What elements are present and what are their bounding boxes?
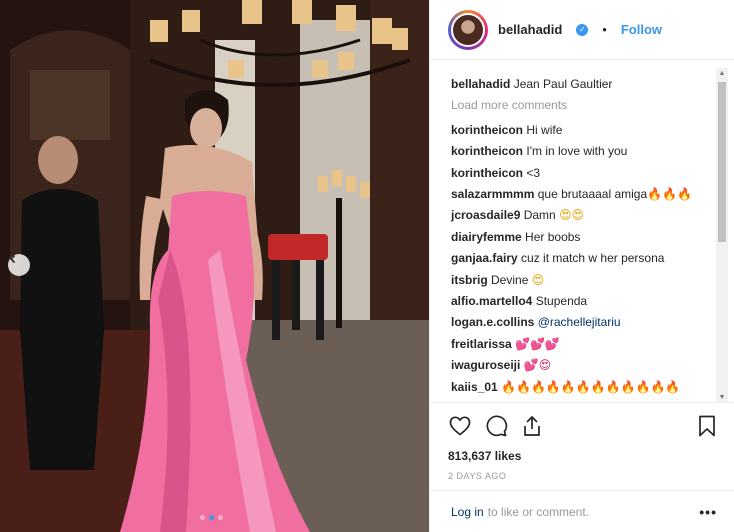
load-more-comments-button[interactable]: Load more comments — [451, 95, 711, 116]
comment-row: freitlarissa 💕💕💕 — [451, 334, 711, 355]
header-username[interactable]: bellahadid — [498, 22, 562, 37]
comment-username[interactable]: diairyfemme — [451, 230, 522, 244]
comment-row: korintheicon Hi wife — [451, 120, 711, 141]
comment-row: diairyfemme Her boobs — [451, 227, 711, 248]
comment-row: korintheicon <3 — [451, 163, 711, 184]
avatar[interactable] — [451, 12, 485, 47]
comment-row: jcroasdaile9 Damn 😍😍 — [451, 205, 711, 226]
fire-emoji-icon: 🔥🔥🔥🔥🔥🔥🔥🔥🔥🔥🔥🔥 — [501, 379, 681, 394]
comment-text: Hi wife — [526, 122, 563, 137]
carousel-prev-button[interactable] — [8, 254, 30, 276]
comment-row: salazarmmmm que brutaaaal amiga🔥🔥🔥 — [451, 184, 711, 205]
comment-text: Stupenda — [535, 294, 588, 309]
caption-text: Jean Paul Gaultier — [513, 77, 613, 91]
story-ring[interactable] — [448, 9, 488, 50]
comment-text: I'm in love with you — [526, 144, 628, 159]
heart-eyes-emoji-icon: 😍😍 — [559, 208, 585, 223]
chevron-left-icon — [9, 254, 16, 264]
follow-button[interactable]: Follow — [621, 22, 662, 37]
heart-eyes-emoji-icon: 😍 — [531, 272, 545, 287]
post-sidebar: bellahadid ✓ • Follow bellahadid Jean Pa… — [429, 0, 734, 532]
comment-username[interactable]: freitlarissa — [451, 337, 512, 351]
carousel-dot — [200, 515, 205, 520]
carousel-dot — [218, 515, 223, 520]
scrollbar-thumb[interactable] — [718, 82, 726, 242]
share-upload-icon[interactable] — [520, 414, 544, 438]
comment-username[interactable]: korintheicon — [451, 144, 523, 158]
comment-row: kaiis_01 🔥🔥🔥🔥🔥🔥🔥🔥🔥🔥🔥🔥 — [451, 377, 711, 398]
login-link[interactable]: Log in — [451, 505, 484, 519]
hearts-emoji-icon: 💕💕💕 — [515, 336, 560, 351]
comment-username[interactable]: kaiis_01 — [451, 380, 498, 394]
caption: bellahadid Jean Paul Gaultier — [451, 74, 711, 95]
comment-row: logan.e.collins @rachellejitariu — [451, 312, 711, 333]
comment-username[interactable]: ganjaa.fairy — [451, 251, 518, 265]
comments-scrollbar[interactable]: ▲ ▼ — [716, 68, 728, 402]
comment-row: korintheicon I'm in love with you — [451, 141, 711, 162]
comment-text: Her boobs — [525, 229, 581, 244]
comment-username[interactable]: iwaguroseiji — [451, 358, 520, 372]
photo-illustration — [0, 0, 429, 532]
comment-bubble-icon[interactable] — [484, 414, 508, 438]
mention-link[interactable]: @rachellejitariu — [538, 315, 621, 329]
comment-text: Devine — [491, 272, 529, 287]
comment-username[interactable]: itsbrig — [451, 273, 488, 287]
comment-row: alfio.martello4 Stupenda — [451, 291, 711, 312]
bookmark-icon[interactable] — [695, 414, 719, 438]
comment-row: ganjaa.fairy cuz it match w her persona — [451, 248, 711, 269]
post-timestamp[interactable]: 2 DAYS AGO — [448, 471, 719, 481]
fire-emoji-icon: 🔥🔥🔥 — [647, 187, 692, 202]
login-bar: Log in to like or comment. ••• — [430, 490, 734, 532]
caption-username[interactable]: bellahadid — [451, 77, 510, 91]
comments-list[interactable]: bellahadid Jean Paul Gaultier Load more … — [430, 60, 734, 402]
carousel-indicator — [200, 515, 223, 520]
scroll-up-icon[interactable]: ▲ — [716, 68, 728, 78]
heart-icon[interactable] — [448, 414, 472, 438]
comment-row: itsbrig Devine 😍 — [451, 270, 711, 291]
comment-username[interactable]: korintheicon — [451, 166, 523, 180]
likes-count[interactable]: 813,637 likes — [448, 449, 719, 463]
hearts-emoji-icon: 💕😍 — [523, 358, 552, 373]
post-actions: 813,637 likes 2 DAYS AGO — [430, 402, 734, 481]
comment-row: iwaguroseiji 💕😍 — [451, 355, 711, 376]
comment-username[interactable]: alfio.martello4 — [451, 294, 532, 308]
carousel-dot-active — [209, 515, 214, 520]
verified-badge-icon: ✓ — [576, 23, 589, 36]
more-options-icon[interactable]: ••• — [699, 504, 717, 520]
comment-username[interactable]: jcroasdaile9 — [451, 208, 520, 222]
comment-text: <3 — [526, 165, 541, 180]
comment-username[interactable]: logan.e.collins — [451, 315, 534, 329]
scroll-down-icon[interactable]: ▼ — [716, 392, 728, 402]
comment-text: cuz it match w her persona — [521, 251, 665, 266]
login-prompt-text: to like or comment. — [487, 504, 590, 519]
comment-username[interactable]: korintheicon — [451, 123, 523, 137]
comment-username[interactable]: salazarmmmm — [451, 187, 534, 201]
post-header: bellahadid ✓ • Follow — [430, 0, 734, 60]
action-icons — [448, 413, 719, 439]
header-separator: • — [602, 22, 607, 37]
comment-text: Damn — [523, 208, 556, 223]
post-photo[interactable] — [0, 0, 429, 532]
comment-text: que brutaaaal amiga — [537, 187, 648, 202]
